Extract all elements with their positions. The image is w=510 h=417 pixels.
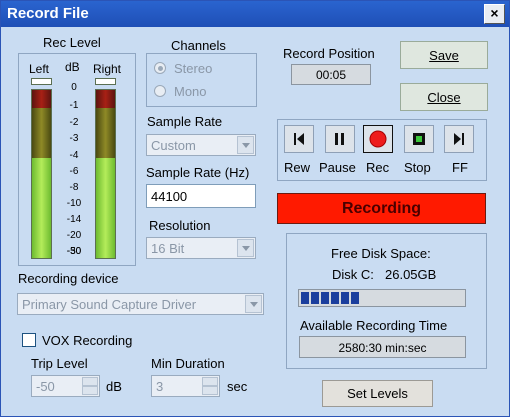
stop-icon [413, 133, 425, 145]
chevron-down-icon[interactable] [245, 295, 262, 313]
trip-level-spinner[interactable]: -50 [31, 375, 100, 397]
db-tick: -50 [66, 246, 82, 257]
recording-device-select[interactable]: Primary Sound Capture Driver [17, 293, 264, 315]
fast-forward-button[interactable] [444, 125, 474, 153]
right-level-meter [95, 89, 116, 259]
spin-up-button[interactable] [202, 377, 218, 386]
db-label: dB [65, 60, 80, 74]
pause-icon [335, 133, 344, 145]
close-window-button[interactable]: × [484, 4, 505, 24]
disk-label: Disk C: [332, 267, 374, 282]
min-duration-value: 3 [156, 379, 164, 394]
stop-button[interactable] [404, 125, 434, 153]
disk-usage-block [331, 292, 339, 304]
sample-rate-hz-input[interactable]: 44100 [146, 184, 256, 208]
record-position-label: Record Position [283, 46, 375, 61]
trip-level-unit: dB [106, 379, 122, 394]
db-tick: -10 [66, 198, 82, 209]
available-recording-time-value: 2580:30 min:sec [299, 336, 466, 358]
record-icon [369, 130, 387, 148]
disk-usage-block [301, 292, 309, 304]
disk-usage-bar [298, 289, 466, 307]
stereo-label: Stereo [174, 61, 213, 76]
record-position-value: 00:05 [291, 64, 371, 85]
recording-device-label: Recording device [18, 271, 119, 286]
rewind-icon [294, 133, 304, 145]
stereo-radio[interactable] [154, 62, 166, 74]
db-tick: -20 [66, 230, 82, 241]
window-title: Record File [7, 5, 89, 22]
close-button-label: Close [427, 90, 461, 105]
db-tick: -3 [69, 133, 79, 144]
spin-up-button[interactable] [82, 377, 98, 386]
trip-level-label: Trip Level [31, 356, 88, 371]
min-duration-spinner[interactable]: 3 [151, 375, 220, 397]
pause-label: Pause [319, 160, 356, 175]
pause-button[interactable] [325, 125, 355, 153]
disk-usage-block [341, 292, 349, 304]
vox-checkbox[interactable] [22, 333, 36, 347]
spin-down-button[interactable] [202, 386, 218, 395]
resolution-label: Resolution [149, 218, 211, 233]
disk-free-value: 26.05GB [385, 267, 437, 282]
db-tick: -6 [69, 166, 79, 177]
title-bar: Record File × [1, 1, 509, 27]
rec-level-title: Rec Level [43, 35, 101, 50]
chevron-down-icon[interactable] [237, 239, 254, 257]
sample-rate-hz-label: Sample Rate (Hz) [146, 165, 250, 180]
disk-usage-block [311, 292, 319, 304]
record-file-window: Record File × Rec Level Left dB Right 0 … [0, 0, 510, 417]
left-clip-indicator [31, 78, 52, 85]
right-clip-indicator [95, 78, 116, 85]
record-button[interactable] [363, 125, 393, 153]
resolution-select[interactable]: 16 Bit [146, 237, 256, 259]
disk-usage-block [351, 292, 359, 304]
close-button[interactable]: Close [400, 83, 488, 111]
rec-label: Rec [366, 160, 390, 175]
rew-label: Rew [284, 160, 311, 175]
left-level-meter [31, 89, 52, 259]
available-recording-time-label: Available Recording Time [300, 318, 448, 333]
set-levels-button[interactable]: Set Levels [322, 380, 433, 407]
mono-label: Mono [174, 84, 207, 99]
chevron-down-icon[interactable] [237, 136, 254, 154]
sample-rate-value: Custom [151, 138, 196, 153]
db-tick: -8 [69, 182, 79, 193]
stop-label: Stop [404, 160, 431, 175]
db-tick: -1 [69, 100, 79, 111]
disk-usage-block [321, 292, 329, 304]
save-button-label: Save [429, 48, 459, 63]
min-duration-label: Min Duration [151, 356, 225, 371]
channels-title: Channels [171, 38, 226, 53]
right-channel-label: Right [93, 62, 122, 76]
free-disk-space-label: Free Disk Space: [331, 246, 431, 261]
trip-level-value: -50 [36, 379, 55, 394]
mono-radio[interactable] [154, 85, 166, 97]
sample-rate-label: Sample Rate [147, 114, 223, 129]
save-button[interactable]: Save [400, 41, 488, 69]
db-tick: 0 [71, 82, 77, 93]
resolution-value: 16 Bit [151, 241, 185, 256]
ff-label: FF [452, 160, 468, 175]
rewind-button[interactable] [284, 125, 314, 153]
db-tick: -2 [69, 117, 79, 128]
db-tick: -4 [69, 150, 79, 161]
recording-device-value: Primary Sound Capture Driver [22, 297, 197, 312]
recording-status: Recording [277, 193, 486, 224]
spin-down-button[interactable] [82, 386, 98, 395]
vox-label: VOX Recording [42, 333, 133, 348]
db-tick: -14 [66, 214, 82, 225]
left-channel-label: Left [29, 62, 50, 76]
fast-forward-icon [454, 133, 464, 145]
sample-rate-select[interactable]: Custom [146, 134, 256, 156]
min-duration-unit: sec [227, 379, 248, 394]
